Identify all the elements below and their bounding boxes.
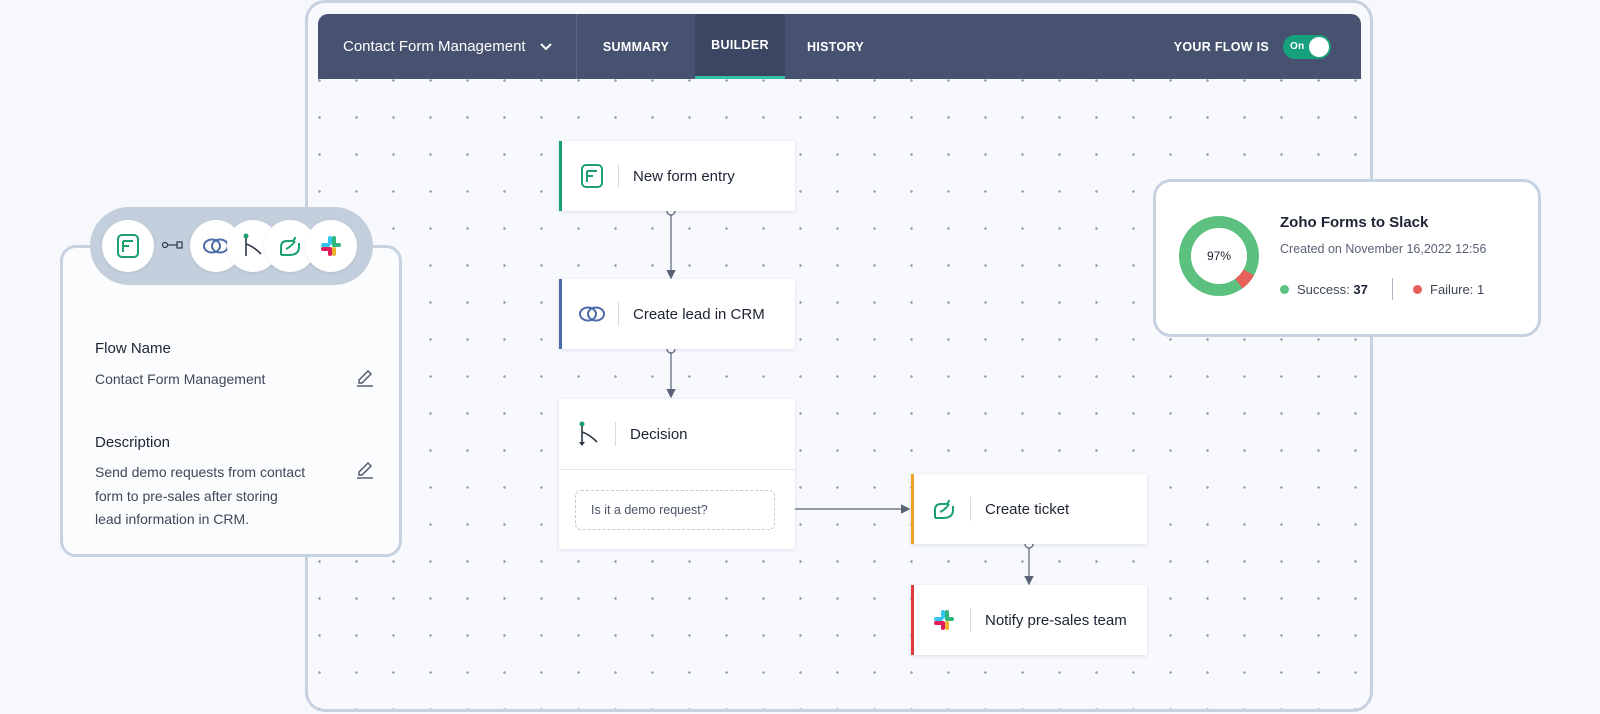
description-label: Description <box>95 434 171 451</box>
success-dot <box>1280 285 1289 294</box>
chevron-down-icon <box>539 42 552 50</box>
edit-icon[interactable] <box>355 460 375 480</box>
edit-icon[interactable] <box>355 368 375 388</box>
stats-title: Zoho Forms to Slack <box>1280 214 1429 231</box>
description-line: form to pre-sales after storing <box>95 487 278 504</box>
connector-icon <box>162 241 183 249</box>
node-title: New form entry <box>633 167 735 185</box>
donut-percent-label: 97% <box>1207 249 1231 263</box>
node-create-lead-crm[interactable]: Create lead in CRM <box>559 279 795 349</box>
tab-history[interactable]: HISTORY <box>788 14 883 79</box>
node-title: Create ticket <box>985 500 1070 518</box>
flow-status-label: YOUR FLOW IS <box>1173 39 1269 54</box>
description-line: Send demo requests from contact <box>95 464 306 480</box>
description-value: Send demo requests from contact form to … <box>95 461 335 532</box>
node-divider <box>615 422 616 446</box>
flow-name-value: Contact Form Management <box>95 371 266 387</box>
success-count: 37 <box>1353 282 1368 297</box>
decision-body: Is it a demo request? <box>559 469 795 550</box>
decision-condition[interactable]: Is it a demo request? <box>575 490 775 530</box>
flow-selector[interactable]: Contact Form Management <box>343 14 552 79</box>
failure-dot <box>1413 285 1422 294</box>
node-title: Notify pre-sales team <box>985 611 1127 629</box>
failure-label: Failure: <box>1430 282 1474 297</box>
builder-header: Contact Form Management SUMMARY BUILDER … <box>318 14 1361 79</box>
flow-status: YOUR FLOW IS On <box>1174 14 1331 79</box>
node-decision[interactable]: Decision Is it a demo request? <box>559 399 795 549</box>
node-divider <box>970 608 971 632</box>
node-create-ticket[interactable]: Create ticket <box>911 474 1147 544</box>
decision-branch-icon <box>575 420 603 448</box>
failure-count: 1 <box>1476 282 1485 297</box>
app-icons-pill <box>90 207 373 285</box>
legend-divider <box>1392 278 1393 300</box>
success-label: Success: <box>1297 282 1350 297</box>
flow-toggle[interactable]: On <box>1283 34 1331 59</box>
zoho-forms-icon <box>578 162 606 190</box>
tab-builder[interactable]: BUILDER <box>695 14 785 79</box>
flow-stats-card: 97% Zoho Forms to Slack Created on Novem… <box>1153 179 1541 337</box>
description-line: lead information in CRM. <box>95 511 250 527</box>
node-new-form-entry[interactable]: New form entry <box>559 141 795 211</box>
stats-created-date: Created on November 16,2022 12:56 <box>1280 242 1487 256</box>
slack-icon <box>930 606 958 634</box>
flow-selector-label: Contact Form Management <box>343 38 526 55</box>
toggle-knob <box>1309 36 1329 57</box>
success-donut-chart: 97% <box>1179 216 1259 296</box>
tab-summary[interactable]: SUMMARY <box>581 14 691 79</box>
flow-info-card: Flow Name Contact Form Management Descri… <box>60 245 402 557</box>
flow-name-label: Flow Name <box>95 340 171 357</box>
zoho-desk-icon <box>930 495 958 523</box>
zoho-forms-icon <box>102 220 154 272</box>
node-title: Decision <box>630 425 688 443</box>
zoho-crm-icon <box>578 300 606 328</box>
node-divider <box>970 497 971 521</box>
node-divider <box>618 302 619 326</box>
failure-legend: Failure: 1 <box>1413 282 1484 297</box>
node-divider <box>618 164 619 188</box>
node-notify-presales[interactable]: Notify pre-sales team <box>911 585 1147 655</box>
flow-canvas[interactable] <box>318 79 1361 709</box>
node-title: Create lead in CRM <box>633 305 765 323</box>
success-legend: Success: 37 <box>1280 282 1368 297</box>
header-divider <box>576 14 577 79</box>
slack-icon <box>305 220 357 272</box>
toggle-label: On <box>1290 40 1305 52</box>
